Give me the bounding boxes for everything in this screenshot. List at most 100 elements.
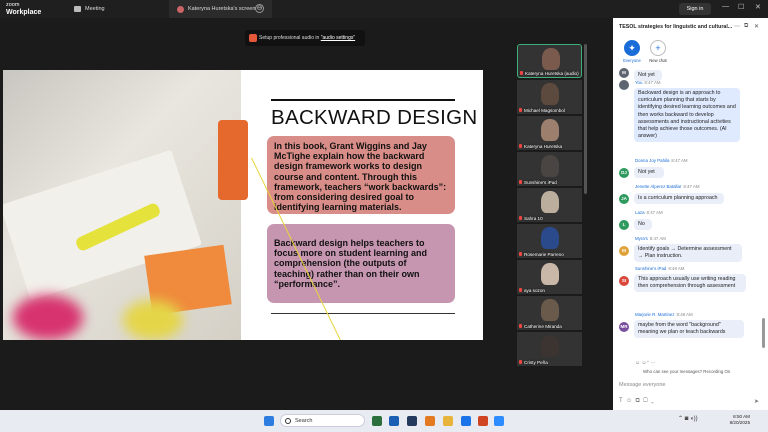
zoom-workplace-logo: zoom Workplace <box>0 0 60 18</box>
screenshot-icon[interactable]: ⧉ <box>636 398 640 404</box>
who-can-see-notice[interactable]: Who can see your messages? Recording On <box>643 369 730 374</box>
participant-video <box>541 335 559 357</box>
participant-tile[interactable]: Michael Magsombol <box>517 80 582 114</box>
close-window-button[interactable]: ✕ <box>755 3 761 11</box>
logo-top-text: zoom <box>6 2 20 8</box>
sender-name: You <box>635 80 643 85</box>
powerpoint-icon[interactable] <box>478 416 488 426</box>
muted-mic-icon <box>519 360 522 364</box>
participant-name-text: Sahra 10 <box>524 216 543 221</box>
attach-file-icon[interactable]: ▢ <box>643 398 648 404</box>
sender-line: Myra's 8:47 AM <box>635 236 666 241</box>
participant-name-text: Kateryna Huretska (audio) <box>525 71 579 76</box>
chat-tab-new-chat[interactable]: + New chat <box>643 40 673 63</box>
chat-toolbar: T ☺ ⧉ ▢ ⌄ ➤ <box>619 398 763 408</box>
sender-name: Laza <box>635 210 645 215</box>
chat-scrollbar[interactable] <box>762 318 765 348</box>
taskbar-app-icon-3[interactable] <box>407 416 417 426</box>
slide-text-box-1: In this book, Grant Wiggins and Jay McTi… <box>267 136 455 214</box>
muted-mic-icon <box>519 144 522 148</box>
message-bubble: This approach usually use writing readin… <box>634 274 746 293</box>
participant-tile[interactable]: Sunshine's iPad <box>517 152 582 186</box>
participant-video <box>541 299 559 321</box>
new-chat-icon: + <box>650 40 666 56</box>
participant-tile[interactable]: Rosemarie Parreno <box>517 224 582 258</box>
chat-tab-new-chat-label: New chat <box>649 58 667 63</box>
presenter-avatar-icon <box>177 5 184 13</box>
muted-mic-icon <box>519 252 522 256</box>
sender-line: Laza 8:47 AM <box>635 210 663 215</box>
zoom-taskbar-icon[interactable] <box>494 416 504 426</box>
minimize-button[interactable]: — <box>722 3 729 10</box>
sign-in-button[interactable]: Sign in <box>679 3 711 15</box>
start-menu-icon[interactable] <box>264 416 274 426</box>
message-bubble: Not yet <box>634 167 664 179</box>
participant-tile[interactable]: aya sozon <box>517 260 582 294</box>
sender-avatar <box>619 80 629 90</box>
taskbar-app-icon-1[interactable] <box>372 416 382 426</box>
everyone-icon: ✦ <box>624 40 640 56</box>
sender-name: Donna Joy Pahila <box>635 158 670 163</box>
participant-gallery: Kateryna Huretska (audio) Michael Magsomb… <box>517 44 582 366</box>
more-options-icon[interactable]: ⋯ <box>734 23 740 30</box>
message-time: 8:47 AM <box>671 158 688 163</box>
participant-name: Cristy Peña <box>519 360 548 365</box>
taskbar-clock[interactable]: 8:50 AM 8/20/2025 <box>720 414 750 426</box>
participant-name: Kateryna Huretska (audio) <box>520 71 579 76</box>
participant-tile[interactable]: Kateryna Huretska <box>517 116 582 150</box>
tab-options-icon[interactable]: ⊖ <box>255 4 264 13</box>
participant-name-text: Catherine Miranda <box>524 324 562 329</box>
message-bubble: Backward design is an approach to curric… <box>634 88 740 143</box>
message-time: 8:48 AM <box>676 312 693 317</box>
chat-tabs: ✦ Everyone + New chat <box>617 40 767 68</box>
participant-name-text: aya sozon <box>524 288 545 293</box>
system-tray[interactable]: ⌃ ◙ ◖)) <box>678 415 698 422</box>
participant-tile[interactable]: Kateryna Huretska (audio) <box>517 44 582 78</box>
message-bubble: Identify goals → Determine assessment → … <box>634 244 742 263</box>
participant-tile[interactable]: Sahra 10 <box>517 188 582 222</box>
slide-text-box-2: Backward design helps teachers to focus … <box>267 224 455 303</box>
muted-mic-icon <box>519 216 522 220</box>
sender-line: Donna Joy Pahila 8:47 AM <box>635 158 688 163</box>
mug-shape <box>218 120 248 200</box>
chat-header: TESOL strategies for linguistic and cult… <box>613 18 768 40</box>
maximize-button[interactable]: ☐ <box>738 3 744 11</box>
participant-video <box>542 48 560 70</box>
chat-title: TESOL strategies for linguistic and cult… <box>619 24 733 30</box>
participant-name-text: Cristy Peña <box>524 360 548 365</box>
sender-avatar: JA <box>619 194 629 204</box>
tab-meeting-label: Meeting <box>85 6 105 12</box>
participant-tile[interactable]: Cristy Peña <box>517 332 582 366</box>
gallery-scrollbar[interactable] <box>584 44 587 194</box>
file-explorer-icon[interactable] <box>443 416 453 426</box>
browser-icon[interactable] <box>461 416 471 426</box>
taskbar-search[interactable]: Search <box>280 414 365 427</box>
muted-mic-icon <box>519 108 522 112</box>
tab-meeting[interactable]: Meeting <box>66 0 166 18</box>
taskbar-app-icon-4[interactable] <box>425 416 435 426</box>
participant-video <box>541 119 559 141</box>
pop-out-icon[interactable]: ⧉ <box>744 23 748 30</box>
audio-banner-text: Setup professional audio in <box>259 35 321 41</box>
muted-mic-icon <box>519 324 522 328</box>
participant-tile[interactable]: Catherine Miranda <box>517 296 582 330</box>
sender-name: Marjorie R. Martinez <box>635 312 675 317</box>
message-reactions[interactable]: ☺ ☺⁺ ⋯ <box>635 360 656 366</box>
audio-settings-banner[interactable]: Setup professional audio in "audio setti… <box>245 30 365 46</box>
search-icon <box>285 418 291 424</box>
format-text-icon[interactable]: T <box>619 398 623 404</box>
sender-avatar: MR <box>619 322 629 332</box>
chat-message-input[interactable]: Message everyone <box>619 382 763 392</box>
participant-name: Rosemarie Parreno <box>519 252 564 257</box>
message-time: 8:47 AM <box>683 184 700 189</box>
muted-mic-icon <box>519 180 522 184</box>
more-tools-icon[interactable]: ⌄ <box>651 398 654 404</box>
participant-name-text: Kateryna Huretska <box>524 144 563 149</box>
slide-title: BACKWARD DESIGN <box>271 106 478 129</box>
taskbar-app-icon-2[interactable] <box>389 416 399 426</box>
send-icon[interactable]: ➤ <box>754 398 759 405</box>
audio-settings-link[interactable]: "audio settings" <box>321 35 355 41</box>
emoji-icon[interactable]: ☺ <box>626 398 632 404</box>
close-chat-icon[interactable]: ✕ <box>754 23 759 30</box>
participant-video <box>541 227 559 249</box>
